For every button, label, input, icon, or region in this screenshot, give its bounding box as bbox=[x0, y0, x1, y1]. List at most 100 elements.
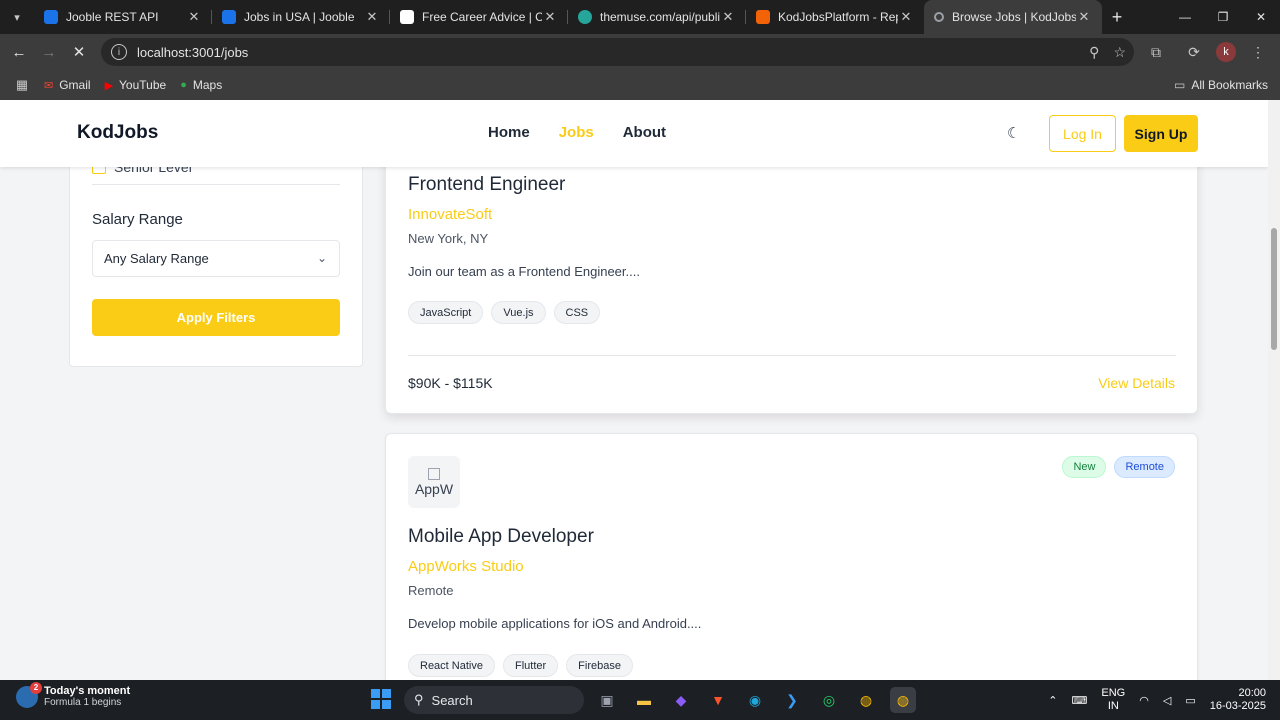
page-scrollbar[interactable] bbox=[1268, 100, 1280, 680]
skill-tags: JavaScript Vue.js CSS bbox=[408, 301, 601, 324]
notification-badge: 2 bbox=[30, 681, 42, 694]
remote-badge: Remote bbox=[1114, 456, 1175, 478]
profile-avatar[interactable]: k bbox=[1216, 42, 1236, 62]
zoom-icon[interactable]: ⚲ bbox=[1089, 44, 1099, 61]
close-icon[interactable]: ✕ bbox=[186, 9, 202, 25]
close-icon[interactable]: ✕ bbox=[542, 9, 558, 25]
apps-grid-icon[interactable]: ▦ bbox=[0, 77, 44, 93]
taskbar-search[interactable]: ⚲ Search bbox=[404, 686, 584, 714]
tab-title: Free Career Advice | Caree bbox=[422, 10, 542, 24]
brand-logo[interactable]: KodJobs bbox=[77, 122, 158, 144]
battery-icon[interactable]: ▭ bbox=[1185, 694, 1195, 707]
search-icon: ⚲ bbox=[414, 692, 424, 707]
maps-icon: ● bbox=[180, 79, 187, 91]
address-bar[interactable]: i localhost:3001/jobs ⚲ ☆ bbox=[101, 38, 1134, 66]
close-icon[interactable]: ✕ bbox=[720, 9, 736, 25]
file-explorer-icon[interactable]: ▬ bbox=[631, 687, 657, 713]
moon-icon[interactable]: ☾ bbox=[1007, 124, 1025, 142]
company-name[interactable]: InnovateSoft bbox=[408, 206, 492, 223]
nav-jobs[interactable]: Jobs bbox=[559, 124, 594, 141]
bookmark-youtube[interactable]: ▶ YouTube bbox=[105, 78, 167, 92]
tab-title: themuse.com/api/public/jo bbox=[600, 10, 720, 24]
maximize-icon[interactable]: ❐ bbox=[1204, 0, 1242, 34]
stop-loading-icon[interactable]: ✕ bbox=[64, 37, 94, 67]
close-icon[interactable]: ✕ bbox=[1076, 9, 1092, 25]
page-viewport: KodJobs Home Jobs About ☾ Log In Sign Up… bbox=[0, 100, 1268, 680]
volume-icon[interactable]: ◁ bbox=[1163, 694, 1171, 707]
keyboard-icon[interactable]: ⌨ bbox=[1072, 694, 1088, 707]
edge-icon[interactable]: ◉ bbox=[742, 687, 768, 713]
taskbar: 2 Today's moment Formula 1 begins ⚲ Sear… bbox=[0, 680, 1280, 720]
browser-menu-icon[interactable]: ⋮ bbox=[1242, 44, 1274, 61]
windows-start-icon[interactable] bbox=[371, 689, 391, 709]
task-view-icon[interactable]: ▣ bbox=[594, 687, 620, 713]
job-title[interactable]: Mobile App Developer bbox=[408, 526, 594, 548]
salary-text: $90K - $115K bbox=[408, 375, 493, 391]
logo-alt-text: AppW bbox=[414, 480, 454, 497]
language-code: ENG bbox=[1101, 687, 1126, 699]
media-icon[interactable]: ⟳ bbox=[1178, 44, 1210, 61]
back-icon[interactable]: ← bbox=[4, 37, 34, 67]
gmail-icon: ✉ bbox=[44, 79, 54, 92]
window-controls: — ❐ ✕ bbox=[1166, 0, 1280, 34]
skill-tags: React Native Flutter Firebase bbox=[408, 654, 633, 677]
skill-tag: CSS bbox=[553, 301, 601, 324]
extensions-icon[interactable]: ⧉ bbox=[1140, 44, 1172, 61]
apply-filters-button[interactable]: Apply Filters bbox=[92, 299, 340, 336]
tab-search-icon[interactable]: ▾ bbox=[0, 0, 34, 34]
all-bookmarks-label: All Bookmarks bbox=[1191, 78, 1268, 92]
bookmark-label: Gmail bbox=[59, 78, 91, 92]
all-bookmarks[interactable]: ▭ All Bookmarks bbox=[1174, 70, 1268, 100]
vscode-icon[interactable]: ❯ bbox=[779, 687, 805, 713]
moment-subtitle: Formula 1 begins bbox=[44, 697, 122, 708]
job-title[interactable]: Frontend Engineer bbox=[408, 174, 565, 196]
chevron-up-icon[interactable]: ⌃ bbox=[1048, 694, 1057, 707]
youtube-icon: ▶ bbox=[104, 79, 114, 92]
close-window-icon[interactable]: ✕ bbox=[1242, 0, 1280, 34]
close-icon[interactable]: ✕ bbox=[898, 9, 914, 25]
bookmark-star-icon[interactable]: ☆ bbox=[1113, 44, 1126, 61]
close-icon[interactable]: ✕ bbox=[364, 9, 380, 25]
search-label: Search bbox=[431, 692, 473, 708]
tab-themuse[interactable]: themuse.com/api/public/jo ✕ bbox=[568, 0, 746, 34]
chrome-icon[interactable]: ◍ bbox=[853, 687, 879, 713]
url-text[interactable]: localhost:3001/jobs bbox=[137, 45, 248, 60]
tab-favicon-icon bbox=[578, 10, 592, 24]
minimize-icon[interactable]: — bbox=[1166, 0, 1204, 34]
nav-home[interactable]: Home bbox=[488, 124, 530, 141]
bookmark-gmail[interactable]: ✉ Gmail bbox=[44, 78, 91, 92]
select-value: Any Salary Range bbox=[104, 251, 209, 266]
chrome-profile-icon[interactable]: ◍ bbox=[890, 687, 916, 713]
site-header: KodJobs Home Jobs About ☾ Log In Sign Up bbox=[0, 100, 1268, 167]
brave-icon[interactable]: ▼ bbox=[705, 687, 731, 713]
wifi-icon[interactable]: ◠ bbox=[1139, 694, 1149, 707]
tab-career-advice[interactable]: Free Career Advice | Caree ✕ bbox=[390, 0, 568, 34]
new-tab-button[interactable]: + bbox=[1102, 7, 1132, 28]
bookmarks-bar: ▦ ✉ Gmail ▶ YouTube ● Maps ▭ All Bookmar… bbox=[0, 70, 1280, 100]
widgets-moment[interactable]: 2 Today's moment Formula 1 begins bbox=[16, 681, 131, 708]
tab-jooble-api[interactable]: Jooble REST API ✕ bbox=[34, 0, 212, 34]
clock[interactable]: 20:00 16-03-2025 bbox=[1210, 687, 1266, 713]
tab-jooble-jobs[interactable]: Jobs in USA | Jooble ✕ bbox=[212, 0, 390, 34]
skill-tag: Flutter bbox=[502, 654, 559, 677]
view-details-link[interactable]: View Details bbox=[1098, 375, 1175, 391]
tab-title: Browse Jobs | KodJobs bbox=[952, 10, 1076, 24]
time-text: 20:00 bbox=[1238, 687, 1266, 699]
tab-browse-jobs[interactable]: Browse Jobs | KodJobs ✕ bbox=[924, 0, 1102, 34]
scrollbar-thumb[interactable] bbox=[1271, 228, 1277, 350]
company-name[interactable]: AppWorks Studio bbox=[408, 558, 524, 575]
login-button[interactable]: Log In bbox=[1049, 115, 1116, 152]
tab-replit[interactable]: KodJobsPlatform - Replit ✕ bbox=[746, 0, 924, 34]
site-info-icon[interactable]: i bbox=[111, 44, 127, 60]
forward-icon[interactable]: → bbox=[34, 37, 64, 67]
language-indicator[interactable]: ENG IN bbox=[1101, 687, 1125, 713]
whatsapp-icon[interactable]: ◎ bbox=[816, 687, 842, 713]
nav-about[interactable]: About bbox=[623, 124, 666, 141]
tab-favicon-icon bbox=[222, 10, 236, 24]
bookmark-maps[interactable]: ● Maps bbox=[180, 78, 222, 92]
signup-button[interactable]: Sign Up bbox=[1124, 115, 1198, 152]
salary-range-select[interactable]: Any Salary Range ⌄ bbox=[92, 240, 340, 277]
copilot-icon[interactable]: ◆ bbox=[668, 687, 694, 713]
moment-title: Today's moment bbox=[44, 685, 131, 697]
main-nav: Home Jobs About bbox=[488, 124, 666, 141]
